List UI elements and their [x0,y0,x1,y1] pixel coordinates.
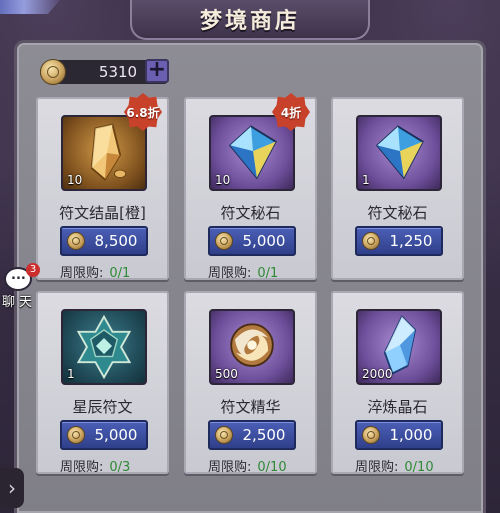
item-name: 符文秘石 [220,204,281,222]
expand-arrow-icon[interactable]: › [0,468,24,508]
shop-item-card[interactable]: 10 6.8折 符文结晶[橙] 8,500 周限购: 0/1 [36,93,169,281]
weekly-limit: 周限购: 0/1 [60,262,130,281]
item-quantity: 2000 [362,367,393,381]
buy-button[interactable]: 2,500 [208,420,296,450]
buy-button[interactable]: 1,250 [355,226,443,256]
weekly-limit: 周限购: 0/3 [60,456,130,475]
item-quantity: 10 [215,173,231,187]
item-price: 1,250 [389,232,433,250]
weekly-limit-count: 0/10 [404,460,434,475]
weekly-limit-count: 0/3 [109,460,131,475]
weekly-limit: 周限购: 0/10 [208,456,287,475]
rune-stone-icon: 1 [356,115,442,191]
item-name: 符文秘石 [367,204,428,222]
item-price: 1,000 [389,426,433,444]
shop-item-card[interactable]: 10 4折 符文秘石 5,000 周限购: 0/1 [184,93,317,281]
chat-unread-badge: 3 [26,263,40,277]
buy-button[interactable]: 1,000 [355,420,443,450]
add-currency-button[interactable]: + [145,59,169,83]
shop-item-card[interactable]: 500 符文精华 2,500 周限购: 0/10 [184,291,317,475]
weekly-limit-label: 周限购: [60,266,104,281]
buy-button[interactable]: 5,000 [208,226,296,256]
item-name: 星辰符文 [72,398,133,416]
weekly-limit-label: 周限购: [355,460,399,475]
weekly-limit-label: 周限购: [60,460,104,475]
weekly-limit-count: 0/10 [257,460,287,475]
chat-label: 聊天 [2,295,37,310]
blue-crystal-icon: 2000 [356,309,442,385]
shop-item-card[interactable]: 1 符文秘石 1,250 [331,97,464,280]
item-quantity: 10 [67,173,83,187]
item-name: 符文精华 [220,398,281,416]
item-price: 5,000 [94,426,138,444]
coin-icon [362,426,380,444]
coin-icon [215,426,233,444]
item-name: 符文结晶[橙] [59,204,146,222]
item-price: 2,500 [242,426,286,444]
discount-badge: 6.8折 [124,93,162,131]
coin-icon [67,232,85,250]
coin-icon [40,59,66,85]
weekly-limit: 周限购: 0/1 [208,262,278,281]
buy-button[interactable]: 5,000 [60,420,148,450]
coin-icon [215,232,233,250]
shop-item-card[interactable]: 1 星辰符文 5,000 周限购: 0/3 [36,291,169,475]
weekly-limit-count: 0/1 [109,266,131,281]
weekly-limit-label: 周限购: [208,266,252,281]
shop-item-card[interactable]: 2000 淬炼晶石 1,000 周限购: 0/10 [331,291,464,475]
buy-button[interactable]: 8,500 [60,226,148,256]
coin-icon [362,232,380,250]
item-quantity: 1 [67,367,75,381]
item-price: 5,000 [242,232,286,250]
weekly-limit-label: 周限购: [208,460,252,475]
shop-title-bar: 梦境商店 [130,0,370,40]
shop-title: 梦境商店 [199,9,300,34]
item-price: 8,500 [94,232,138,250]
item-name: 淬炼晶石 [367,398,428,416]
item-quantity: 1 [362,173,370,187]
coin-icon [67,426,85,444]
weekly-limit-count: 0/1 [257,266,279,281]
weekly-limit: 周限购: 0/10 [355,456,434,475]
item-quantity: 500 [215,367,238,381]
discount-badge: 4折 [272,93,310,131]
chat-button[interactable]: 3 聊天 [2,263,40,311]
rune-essence-icon: 500 [209,309,295,385]
star-rune-icon: 1 [61,309,147,385]
